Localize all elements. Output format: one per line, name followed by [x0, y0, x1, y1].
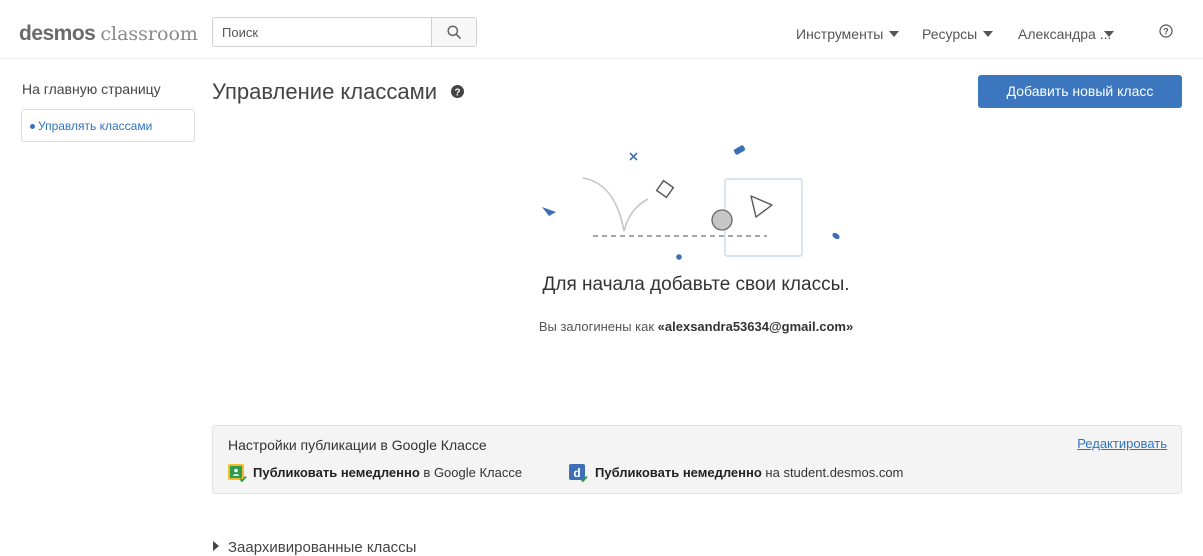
desmos-publish-bold: Публиковать немедленно: [595, 465, 762, 480]
nav-tools-menu[interactable]: Инструменты: [796, 25, 900, 43]
desmos-classroom-logo[interactable]: desmos classroom: [19, 22, 198, 46]
logged-in-as-text: Вы залогинены как «alexsandra53634@gmail…: [0, 319, 1203, 334]
user-menu[interactable]: Александра ...: [1018, 25, 1111, 43]
search-box: [212, 17, 477, 47]
sidebar-item-label: Управлять классами: [38, 119, 153, 133]
search-icon: [447, 25, 461, 39]
logged-in-email: «alexsandra53634@gmail.com»: [657, 319, 854, 334]
logo-desmos-text: desmos: [19, 22, 96, 45]
search-button[interactable]: [431, 18, 476, 46]
gc-publish-rest: в Google Классе: [419, 465, 523, 480]
svg-text:?: ?: [454, 87, 460, 98]
edit-link[interactable]: Редактировать: [1077, 436, 1167, 451]
top-navigation-bar: desmosclassroom Инструменты Ресурсы Алек…: [0, 0, 1203, 59]
google-settings-title: Настройки публикации в Google Классе: [228, 437, 487, 453]
user-name: Александра ...: [1018, 26, 1112, 42]
svg-text:d: d: [573, 466, 580, 480]
chevron-down-icon[interactable]: [1104, 31, 1114, 37]
sidebar-item-manage-classes[interactable]: Управлять классами: [21, 109, 195, 142]
empty-state-title: Для начала добавьте свои классы.: [542, 274, 850, 295]
google-classroom-icon: [228, 464, 247, 483]
gc-publish-bold: Публиковать немедленно: [253, 465, 420, 480]
add-new-class-button[interactable]: Добавить новый класс: [978, 75, 1182, 108]
nav-resources-label: Ресурсы: [922, 26, 978, 42]
nav-resources-menu[interactable]: Ресурсы: [922, 25, 994, 43]
chevron-down-icon: [983, 31, 994, 37]
question-icon[interactable]: ?: [451, 85, 464, 98]
logo-classroom-text: classroom: [100, 23, 198, 45]
archived-classes-toggle[interactable]: Заархивированные классы: [213, 539, 416, 556]
gc-publish-status: Публиковать немедленно в Google Классе: [253, 464, 522, 482]
svg-text:?: ?: [1163, 27, 1169, 37]
active-indicator-dot: [30, 124, 35, 129]
chevron-down-icon: [889, 31, 900, 37]
sidebar-home-link[interactable]: На главную страницу: [22, 81, 161, 97]
nav-tools-label: Инструменты: [796, 26, 884, 42]
page-title: Управление классами: [212, 79, 438, 104]
logged-in-prefix: Вы залогинены как: [538, 319, 658, 334]
desmos-publish-rest: на student.desmos.com: [761, 465, 904, 480]
triangle-right-icon: [213, 541, 219, 551]
help-circle-icon[interactable]: ?: [1159, 24, 1173, 38]
archived-classes-label: Заархивированные классы: [228, 539, 417, 556]
search-input[interactable]: [213, 18, 433, 46]
empty-state-illustration: [542, 145, 840, 260]
google-classroom-settings-panel: Настройки публикации в Google Классе Ред…: [212, 425, 1182, 494]
desmos-publish-status: Публиковать немедленно на student.desmos…: [595, 464, 903, 482]
desmos-d-icon: d: [569, 464, 588, 483]
